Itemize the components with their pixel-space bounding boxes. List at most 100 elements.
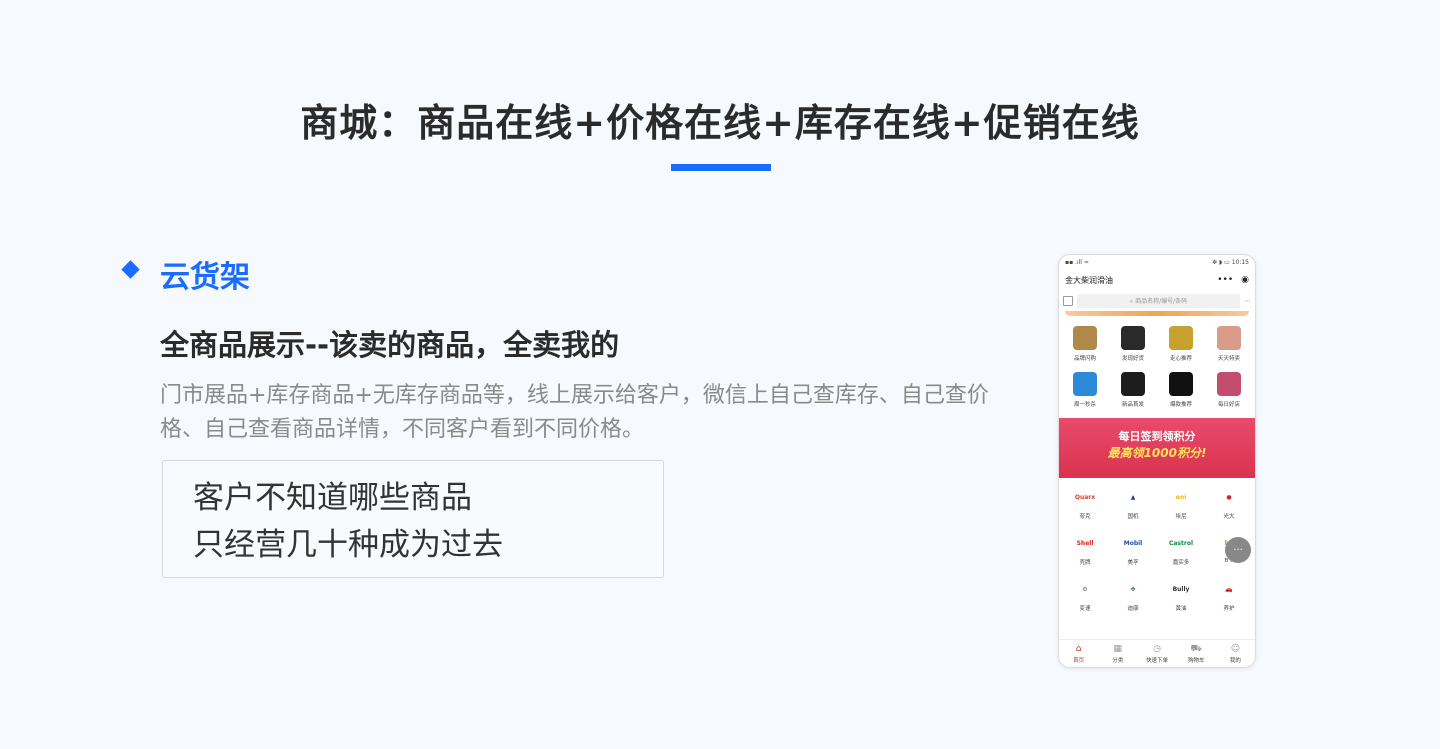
status-left: ▪▪ .ıll ≈ (1065, 258, 1089, 266)
app-title: 金大柴润滑油 (1065, 275, 1113, 285)
category-item[interactable]: 周一秒杀 (1061, 366, 1109, 412)
section-subheading: 全商品展示--该卖的商品，全卖我的 (160, 328, 620, 362)
category-label: 品牌闪购 (1073, 356, 1096, 362)
quote-box: 客户不知道哪些商品 只经营几十种成为过去 (162, 460, 664, 578)
brand-item[interactable]: Shell 壳牌 (1061, 526, 1109, 572)
tab-label: 快速下单 (1146, 657, 1169, 664)
category-label: 新品首发 (1121, 402, 1144, 408)
brand-item[interactable]: ⚙ 变速 (1061, 572, 1109, 618)
brand-label: 壳牌 (1079, 560, 1091, 566)
quote-line: 只经营几十种成为过去 (193, 527, 503, 563)
brand-logo: Bully (1172, 585, 1190, 593)
brand-label: 嘉实多 (1172, 560, 1190, 566)
promo-line-1: 每日签到领积分 (1118, 430, 1196, 443)
tab-icon: ▦ (1113, 643, 1123, 654)
brand-item[interactable]: ✤ 迪康 (1109, 572, 1157, 618)
more-icon[interactable]: ••• (1217, 275, 1233, 285)
brand-item[interactable]: eni 埃尼 (1157, 480, 1205, 526)
search-row: ⌕ 商品名称/编号/条码 ⋯ (1059, 291, 1255, 311)
brand-item[interactable]: ▲ 国机 (1109, 480, 1157, 526)
category-label: 每日好店 (1217, 402, 1240, 408)
diamond-bullet-icon (121, 260, 140, 279)
quote-line: 客户不知道哪些商品 (193, 480, 472, 516)
category-item[interactable]: 新品首发 (1109, 366, 1157, 412)
brand-label: 国机 (1127, 514, 1139, 520)
category-thumbnail (1121, 372, 1145, 396)
brand-item[interactable]: Castrol 嘉实多 (1157, 526, 1205, 572)
brand-label: 养护 (1223, 606, 1235, 612)
chat-bubble-icon[interactable]: ··· (1225, 537, 1251, 563)
brand-label: 夸克 (1079, 514, 1091, 520)
brand-logo: eni (1175, 493, 1187, 501)
section-description: 门市展品+库存商品+无库存商品等，线上展示给客户，微信上自己查库存、自己查价格、… (160, 383, 989, 442)
tab-icon: ◷ (1153, 643, 1161, 654)
message-icon[interactable]: ⋯ (1244, 297, 1251, 305)
phone-mockup: ▪▪ .ıll ≈ ✻ ◗ ▭ 10:15 金大柴润滑油 ••• ◉ ⌕ 商品名… (1058, 254, 1256, 668)
app-header: 金大柴润滑油 ••• ◉ (1059, 269, 1255, 291)
tab-item[interactable]: ☺ 我的 (1216, 640, 1255, 667)
page-title: 商城：商品在线+价格在线+库存在线+促销在线 (300, 101, 1140, 145)
tab-icon: ⛟ (1190, 643, 1202, 654)
category-label: 走心推荐 (1169, 356, 1192, 362)
category-grid: 品牌闪购 发现好货 走心推荐 天天特卖周一秒杀 新品首发 爆款推荐 每日好店 (1059, 316, 1255, 412)
category-label: 天天特卖 (1217, 356, 1240, 362)
category-label: 发现好货 (1121, 356, 1144, 362)
tab-label: 我的 (1229, 657, 1241, 664)
brand-label: 埃尼 (1175, 514, 1187, 520)
category-thumbnail (1169, 326, 1193, 350)
category-item[interactable]: 爆款推荐 (1157, 366, 1205, 412)
brand-item[interactable]: Bully 黄油 (1157, 572, 1205, 618)
brand-label: 光大 (1223, 514, 1235, 520)
section-title: 云货架 (160, 260, 250, 295)
category-label: 周一秒杀 (1073, 402, 1096, 408)
category-item[interactable]: 走心推荐 (1157, 320, 1205, 366)
tab-item[interactable]: ⌂ 首页 (1059, 640, 1098, 667)
tab-item[interactable]: ⛟ 购物车 (1177, 640, 1216, 667)
brand-logo: Quarx (1074, 493, 1096, 501)
category-thumbnail (1217, 326, 1241, 350)
category-thumbnail (1217, 372, 1241, 396)
tab-label: 购物车 (1187, 657, 1205, 664)
status-bar: ▪▪ .ıll ≈ ✻ ◗ ▭ 10:15 (1059, 255, 1255, 269)
brand-label: 迪康 (1127, 606, 1139, 612)
status-right: ✻ ◗ ▭ 10:15 (1212, 258, 1249, 266)
category-label: 爆款推荐 (1169, 402, 1192, 408)
tab-item[interactable]: ◷ 快速下单 (1137, 640, 1176, 667)
tab-bar: ⌂ 首页 ▦ 分类 ◷ 快速下单 ⛟ 购物车 ☺ 我的 (1059, 639, 1255, 667)
brand-item[interactable]: ● 光大 (1205, 480, 1253, 526)
brand-label: 变速 (1079, 606, 1091, 612)
category-item[interactable]: 发现好货 (1109, 320, 1157, 366)
tab-icon: ☺ (1230, 643, 1241, 654)
close-target-icon[interactable]: ◉ (1241, 275, 1249, 285)
category-thumbnail (1073, 372, 1097, 396)
scan-icon[interactable] (1063, 296, 1073, 306)
category-thumbnail (1073, 326, 1097, 350)
brand-logo: Shell (1076, 539, 1094, 547)
brand-label: 黄油 (1175, 606, 1187, 612)
category-thumbnail (1169, 372, 1193, 396)
category-item[interactable]: 每日好店 (1205, 366, 1253, 412)
tab-label: 首页 (1073, 657, 1085, 664)
brand-logo: Castrol (1168, 539, 1194, 547)
brand-item[interactable]: 🚗 养护 (1205, 572, 1253, 618)
promo-banner[interactable]: 每日签到领积分 最高领1000积分! (1059, 418, 1255, 478)
brand-logo: ✤ (1130, 585, 1136, 593)
category-thumbnail (1121, 326, 1145, 350)
title-underline (671, 164, 771, 171)
brand-item[interactable]: Quarx 夸克 (1061, 480, 1109, 526)
brand-label: 美孚 (1127, 560, 1139, 566)
brand-item[interactable]: Mobil 美孚 (1109, 526, 1157, 572)
mini-program-capsule[interactable]: ••• ◉ (1217, 275, 1249, 285)
tab-icon: ⌂ (1075, 643, 1082, 654)
search-input[interactable]: ⌕ 商品名称/编号/条码 (1077, 294, 1240, 308)
category-item[interactable]: 品牌闪购 (1061, 320, 1109, 366)
brand-logo: Mobil (1123, 539, 1143, 547)
tab-item[interactable]: ▦ 分类 (1098, 640, 1137, 667)
category-item[interactable]: 天天特卖 (1205, 320, 1253, 366)
brand-logo: ▲ (1130, 493, 1136, 501)
brand-logo: 🚗 (1225, 585, 1233, 593)
brand-logo: ● (1226, 493, 1232, 501)
promo-line-2: 最高领1000积分! (1107, 446, 1207, 460)
brand-logo: ⚙ (1082, 585, 1088, 593)
tab-label: 分类 (1112, 657, 1124, 664)
